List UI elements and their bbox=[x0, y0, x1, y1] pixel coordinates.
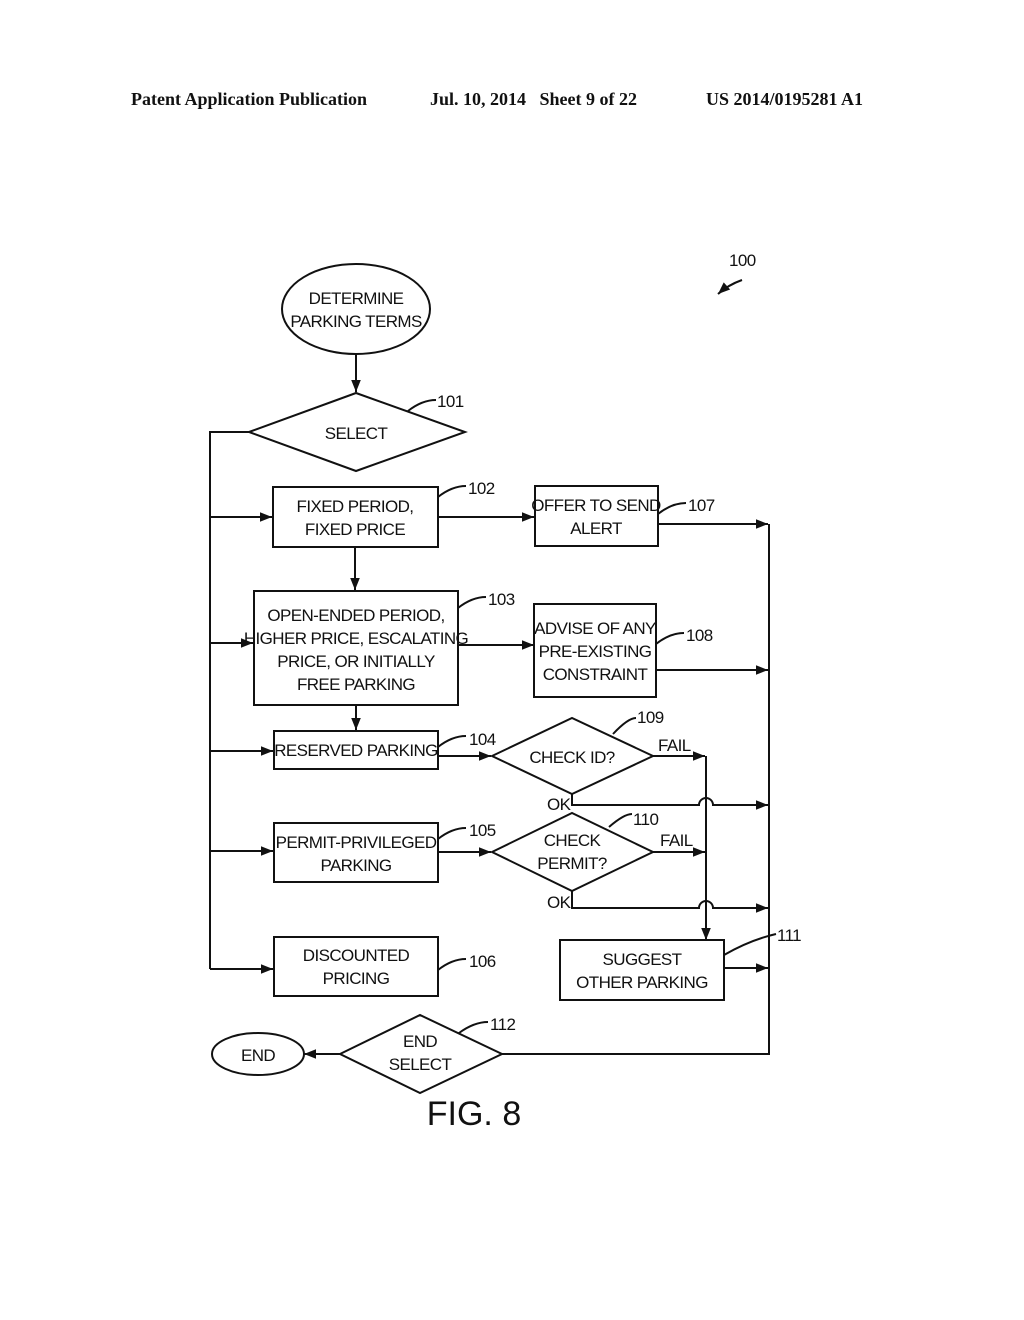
box107-line1: OFFER TO SEND bbox=[531, 496, 661, 515]
dec110-fail: FAIL bbox=[660, 831, 693, 850]
decision-109-check-id: CHECK ID? bbox=[489, 716, 656, 796]
box108-line1: ADVISE OF ANY bbox=[534, 619, 656, 638]
end-terminal: END bbox=[211, 1032, 305, 1076]
ref-107-leader bbox=[657, 502, 687, 515]
ref-108-leader bbox=[655, 632, 685, 645]
step-102-fixed-period: FIXED PERIOD, FIXED PRICE bbox=[272, 486, 439, 548]
box106-line1: DISCOUNTED bbox=[303, 946, 410, 965]
start-terminal: DETERMINE PARKING TERMS bbox=[281, 263, 431, 355]
box105-line2: PARKING bbox=[320, 856, 391, 875]
box107-line2: ALERT bbox=[570, 519, 622, 538]
step-103-open-ended: OPEN-ENDED PERIOD, HIGHER PRICE, ESCALAT… bbox=[244, 590, 469, 706]
ref-101: 101 bbox=[437, 392, 464, 411]
step-111-suggest-other: SUGGEST OTHER PARKING bbox=[559, 939, 725, 1001]
box108-line2: PRE-EXISTING bbox=[539, 642, 652, 661]
decision-110-check-permit: CHECK PERMIT? bbox=[489, 811, 656, 893]
box106-line2: PRICING bbox=[323, 969, 390, 988]
dec110-ok: OK bbox=[547, 893, 572, 912]
step-106-discounted: DISCOUNTED PRICING bbox=[273, 936, 439, 997]
dec109-ok: OK bbox=[547, 795, 572, 814]
step-107-offer-alert: OFFER TO SEND ALERT bbox=[531, 485, 662, 547]
end-label: END bbox=[241, 1046, 275, 1065]
ref-101-leader bbox=[407, 399, 437, 412]
ref-100-arrow bbox=[717, 279, 743, 295]
box111-line1: SUGGEST bbox=[603, 950, 682, 969]
left-branch-bus bbox=[209, 431, 249, 969]
dec109-label: CHECK ID? bbox=[529, 748, 614, 767]
dec109-fail: FAIL bbox=[658, 736, 691, 755]
ref-109: 109 bbox=[637, 708, 664, 727]
dec112-line2: SELECT bbox=[389, 1055, 452, 1074]
ref-105: 105 bbox=[469, 821, 496, 840]
box103-line2: HIGHER PRICE, ESCALATING bbox=[244, 629, 468, 648]
ref-112: 112 bbox=[490, 1015, 515, 1034]
box102-line2: FIXED PRICE bbox=[305, 520, 405, 539]
ref-100: 100 bbox=[729, 251, 756, 270]
step-108-advise-constraint: ADVISE OF ANY PRE-EXISTING CONSTRAINT bbox=[533, 603, 657, 698]
dec110-line1: CHECK bbox=[544, 831, 602, 850]
ref-104: 104 bbox=[469, 730, 496, 749]
decision-112-end-select: END SELECT bbox=[337, 1013, 505, 1095]
box111-line2: OTHER PARKING bbox=[576, 973, 708, 992]
ref-107: 107 bbox=[688, 496, 715, 515]
box105-line1: PERMIT-PRIVILEGED bbox=[276, 833, 437, 852]
box108-line3: CONSTRAINT bbox=[543, 665, 648, 684]
dec112-line1: END bbox=[403, 1032, 437, 1051]
ref-102-leader bbox=[437, 485, 467, 498]
ref-103: 103 bbox=[488, 590, 515, 609]
flowchart: 100 DETERMINE PARKING TERMS SELECT 101 F… bbox=[209, 251, 802, 1133]
arrow-110-ok bbox=[571, 891, 768, 913]
step-105-permit: PERMIT-PRIVILEGED PARKING bbox=[273, 822, 439, 883]
ref-108: 108 bbox=[686, 626, 713, 645]
step-104-reserved: RESERVED PARKING bbox=[273, 730, 439, 770]
ref-111: 111 bbox=[777, 926, 801, 945]
ref-103-leader bbox=[457, 596, 487, 609]
ref-102: 102 bbox=[468, 479, 495, 498]
figure-caption: FIG. 8 bbox=[427, 1095, 521, 1133]
select-label: SELECT bbox=[325, 424, 388, 443]
arrow-109-ok bbox=[571, 794, 768, 810]
ref-104-leader bbox=[437, 735, 467, 748]
box103-line3: PRICE, OR INITIALLY bbox=[277, 652, 435, 671]
ref-110-leader bbox=[608, 813, 633, 828]
dec110-line2: PERMIT? bbox=[537, 854, 607, 873]
box103-line4: FREE PARKING bbox=[297, 675, 415, 694]
ref-105-leader bbox=[437, 827, 467, 840]
ref-109-leader bbox=[612, 717, 637, 735]
box102-line1: FIXED PERIOD, bbox=[297, 497, 414, 516]
ref-106: 106 bbox=[469, 952, 496, 971]
box104-line1: RESERVED PARKING bbox=[274, 741, 438, 760]
ref-106-leader bbox=[437, 958, 467, 971]
start-line1: DETERMINE bbox=[309, 289, 404, 308]
start-line2: PARKING TERMS bbox=[290, 312, 422, 331]
ref-110: 110 bbox=[633, 810, 658, 829]
box103-line1: OPEN-ENDED PERIOD, bbox=[267, 606, 444, 625]
select-decision: SELECT bbox=[246, 391, 468, 473]
ref-112-leader bbox=[458, 1021, 489, 1034]
